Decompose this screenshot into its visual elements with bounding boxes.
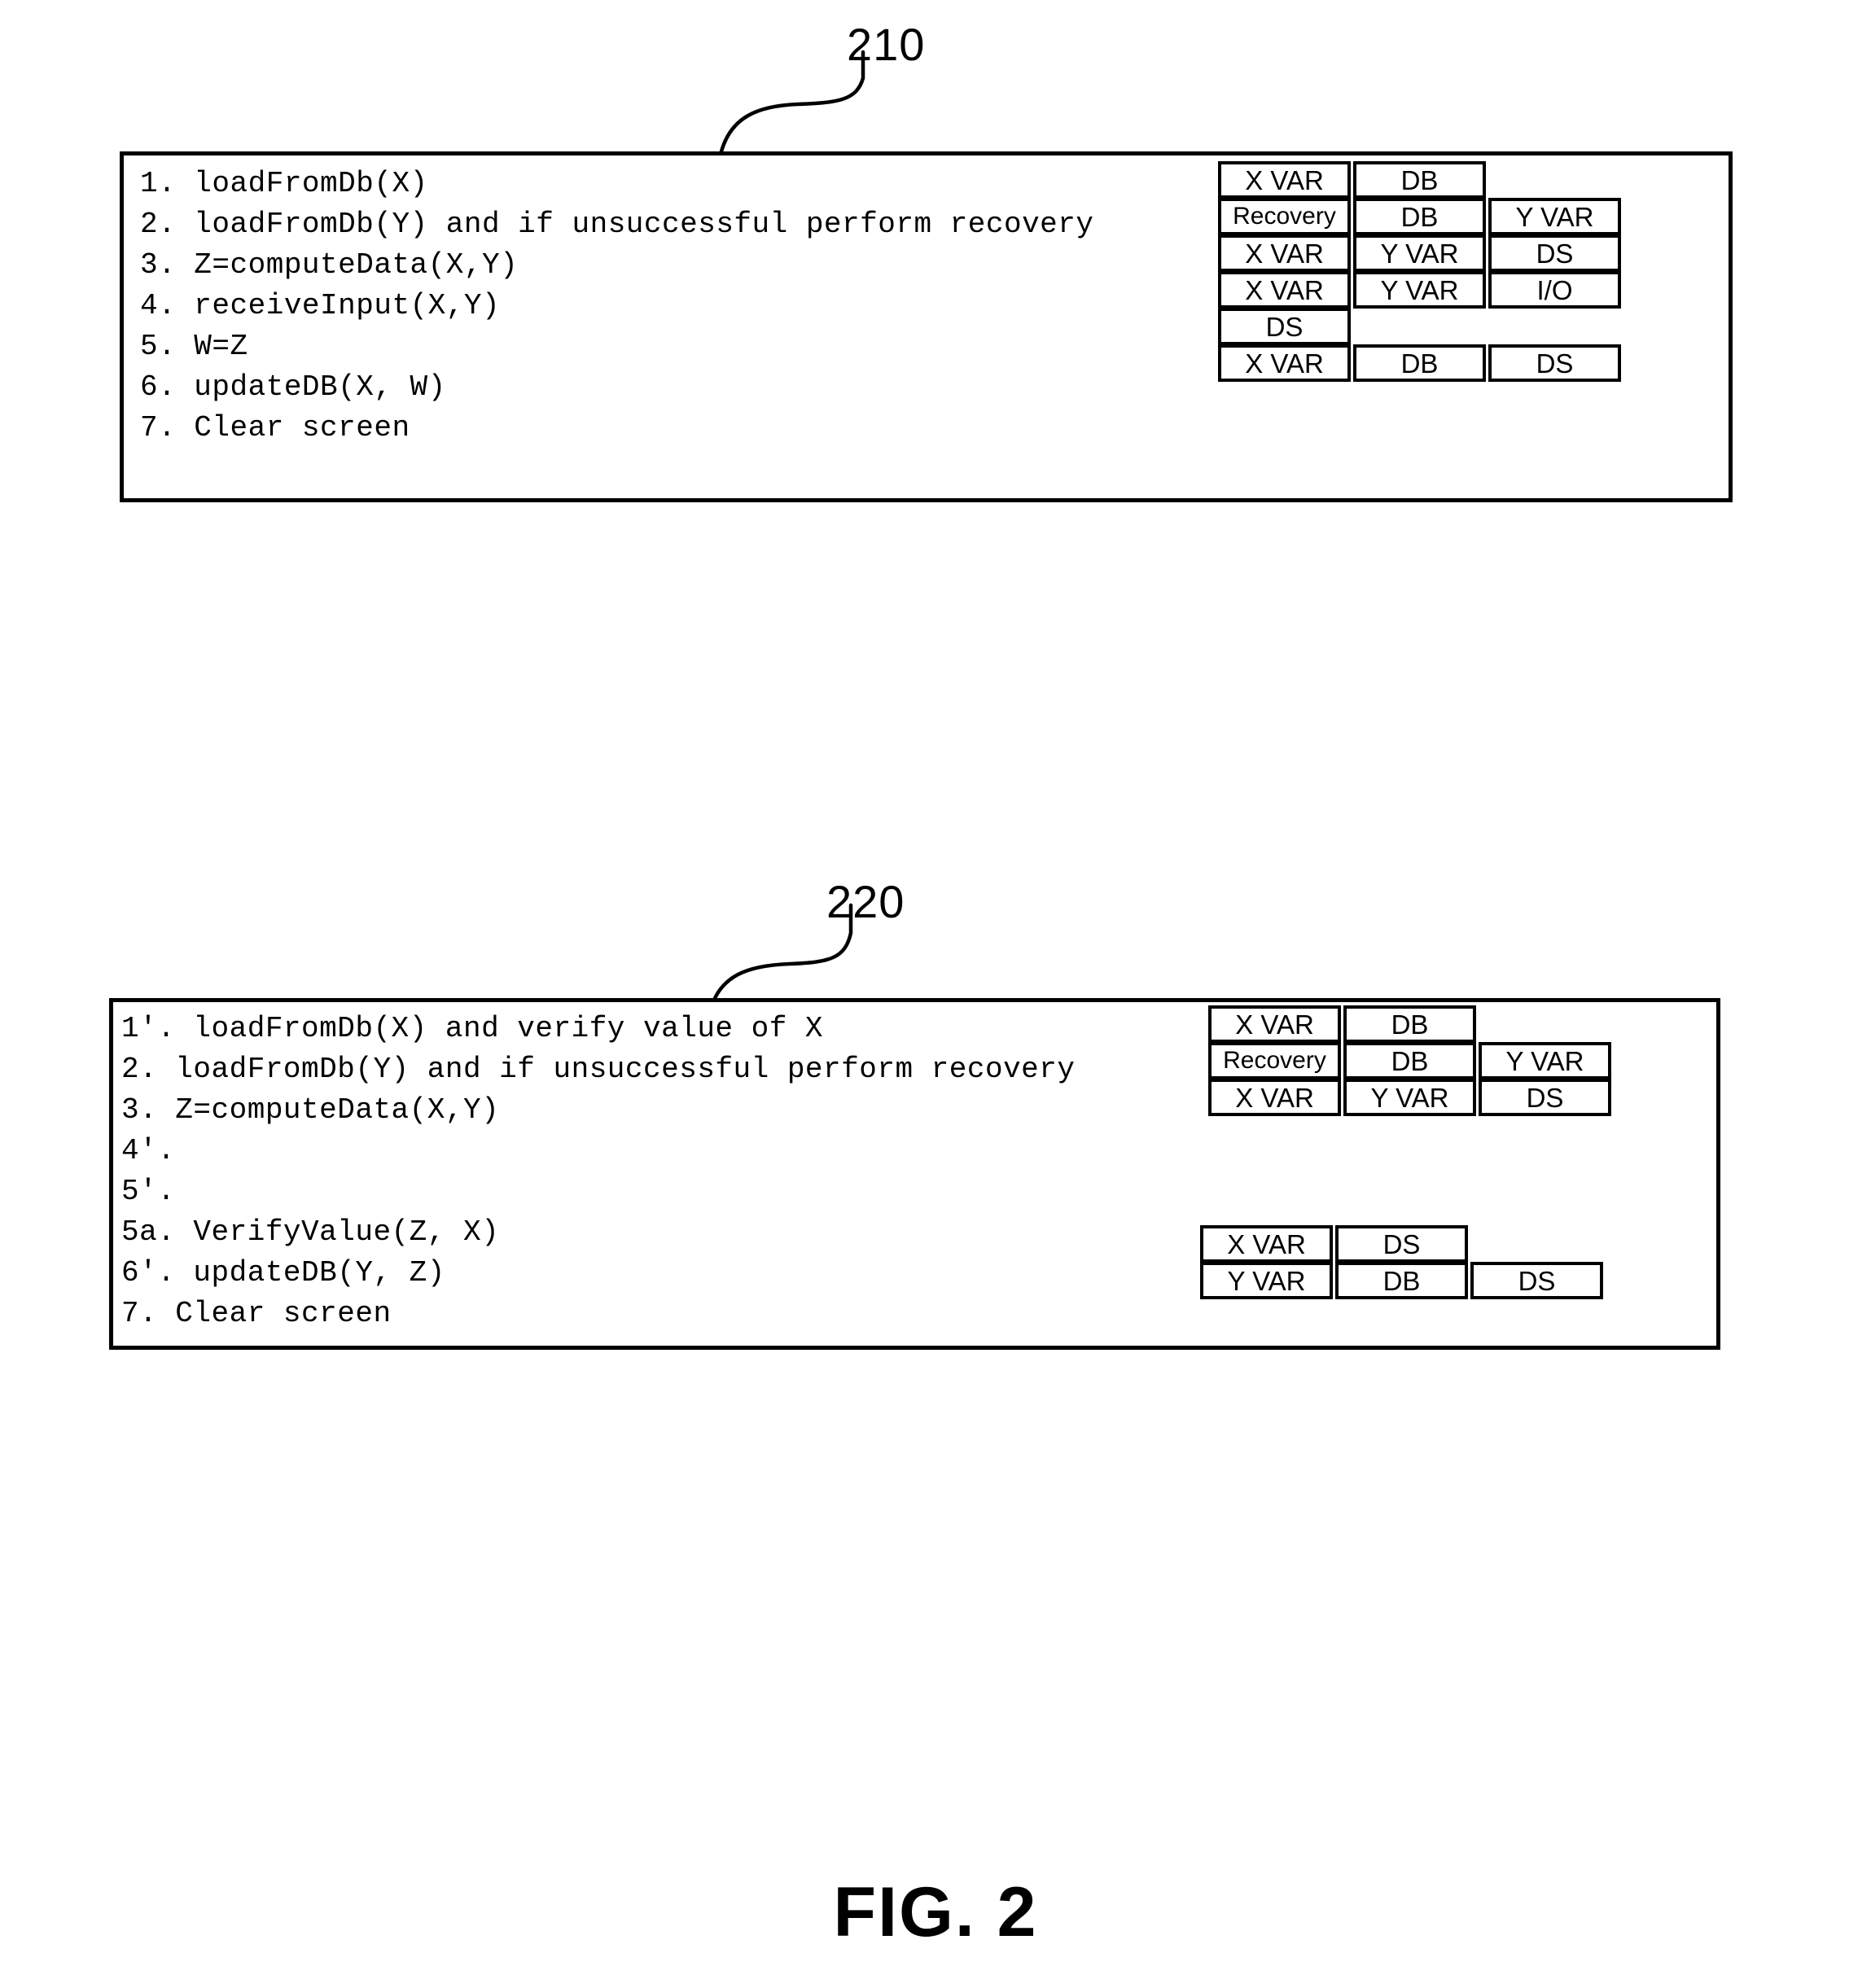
- code-line: 5'.: [121, 1175, 176, 1208]
- code-line: 1. loadFromDb(X): [140, 167, 428, 200]
- tag-row: X VAR Y VAR DS: [1208, 1079, 1614, 1116]
- tag-cell: Y VAR: [1343, 1079, 1476, 1116]
- code-lines-220: 1'. loadFromDb(X) and verify value of X …: [121, 1009, 1076, 1334]
- tag-row: Recovery DB Y VAR: [1208, 1042, 1614, 1079]
- code-line: 2. loadFromDb(Y) and if unsuccessful per…: [121, 1053, 1076, 1086]
- tag-row: X VAR DB DS: [1218, 344, 1623, 382]
- reference-numeral-220: 220: [826, 876, 905, 927]
- code-line: 6'. updateDB(Y, Z): [121, 1256, 445, 1290]
- code-block-210: 1. loadFromDb(X) 2. loadFromDb(Y) and if…: [120, 151, 1733, 502]
- tag-row: X VAR DS: [1200, 1225, 1470, 1263]
- tag-cell: Y VAR: [1353, 234, 1486, 272]
- tag-row: Recovery DB Y VAR: [1218, 198, 1623, 235]
- figure-canvas: 210 1. loadFromDb(X) 2. loadFromDb(Y) an…: [0, 0, 1871, 1988]
- figure-caption: FIG. 2: [833, 1873, 1038, 1951]
- tag-cell: DS: [1470, 1262, 1603, 1299]
- tag-cell: DS: [1479, 1079, 1611, 1116]
- tag-cell: DS: [1488, 344, 1621, 382]
- tag-cell: DB: [1353, 344, 1486, 382]
- code-line: 6. updateDB(X, W): [140, 370, 446, 404]
- tag-cell: DB: [1335, 1262, 1468, 1299]
- tag-cell: DS: [1218, 308, 1351, 345]
- tag-cell: X VAR: [1218, 161, 1351, 199]
- code-lines-210: 1. loadFromDb(X) 2. loadFromDb(Y) and if…: [140, 164, 1094, 449]
- tag-cell: Y VAR: [1200, 1262, 1333, 1299]
- tag-cell: DS: [1488, 234, 1621, 272]
- tag-cell: Y VAR: [1479, 1042, 1611, 1079]
- tag-cell: X VAR: [1208, 1079, 1341, 1116]
- tag-cell: X VAR: [1218, 234, 1351, 272]
- code-line: 4. receiveInput(X,Y): [140, 289, 501, 322]
- tag-row: X VAR DB: [1208, 1005, 1479, 1043]
- tag-row: X VAR Y VAR I/O: [1218, 271, 1623, 309]
- code-line: 5a. VerifyValue(Z, X): [121, 1215, 500, 1249]
- tag-cell: Recovery: [1218, 198, 1351, 235]
- tag-row: X VAR DB: [1218, 161, 1488, 199]
- tag-cell: Recovery: [1208, 1042, 1341, 1079]
- tag-cell: X VAR: [1218, 344, 1351, 382]
- tag-cell: Y VAR: [1353, 271, 1486, 309]
- code-block-220: 1'. loadFromDb(X) and verify value of X …: [109, 998, 1720, 1350]
- tag-cell: I/O: [1488, 271, 1621, 309]
- tag-cell: Y VAR: [1488, 198, 1621, 235]
- tag-cell: DB: [1353, 198, 1486, 235]
- code-line: 2. loadFromDb(Y) and if unsuccessful per…: [140, 208, 1094, 241]
- tag-cell: DB: [1343, 1042, 1476, 1079]
- tag-cell: X VAR: [1218, 271, 1351, 309]
- tag-cell: DB: [1343, 1005, 1476, 1043]
- tag-row: DS: [1218, 308, 1353, 345]
- code-line: 5. W=Z: [140, 330, 248, 363]
- code-line: 3. Z=computeData(X,Y): [140, 248, 519, 282]
- tag-cell: DS: [1335, 1225, 1468, 1263]
- tag-row: Y VAR DB DS: [1200, 1262, 1606, 1299]
- code-line: 7. Clear screen: [121, 1297, 392, 1330]
- tag-cell: X VAR: [1208, 1005, 1341, 1043]
- code-line: 3. Z=computeData(X,Y): [121, 1093, 500, 1127]
- code-line: 1'. loadFromDb(X) and verify value of X: [121, 1012, 824, 1045]
- code-line: 4'.: [121, 1134, 176, 1167]
- tag-row: X VAR Y VAR DS: [1218, 234, 1623, 272]
- tag-cell: DB: [1353, 161, 1486, 199]
- reference-numeral-210: 210: [847, 19, 926, 70]
- code-line: 7. Clear screen: [140, 411, 410, 444]
- tag-cell: X VAR: [1200, 1225, 1333, 1263]
